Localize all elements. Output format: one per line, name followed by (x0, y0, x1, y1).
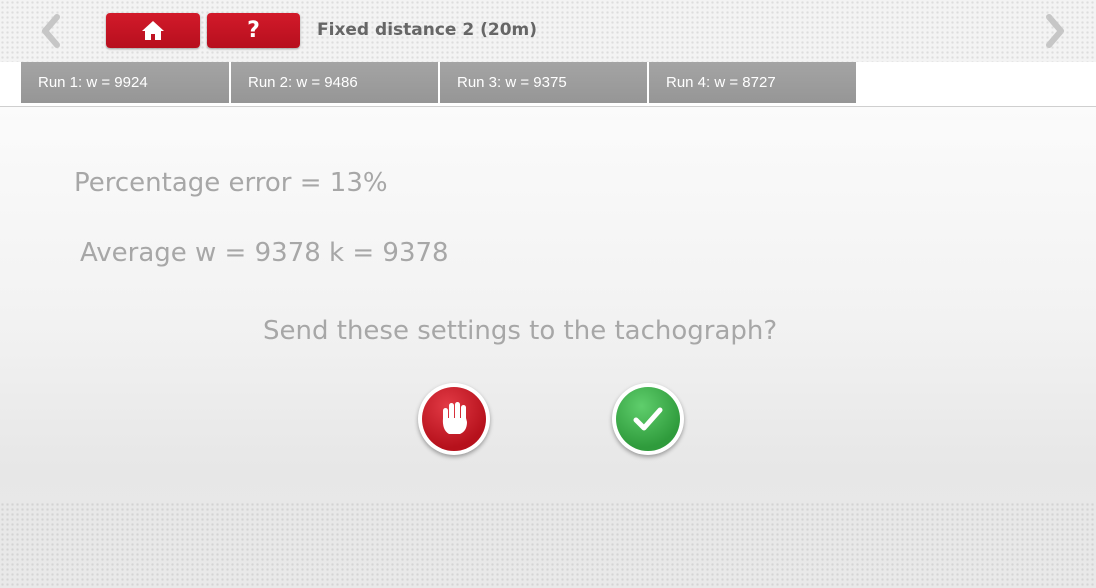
home-button[interactable] (106, 13, 200, 48)
tab-run-1[interactable]: Run 1: w = 9924 (21, 62, 229, 103)
reject-button-face (422, 387, 486, 451)
help-icon: ? (247, 17, 260, 43)
check-icon (633, 407, 663, 431)
accept-button[interactable] (612, 383, 684, 455)
reject-button[interactable] (418, 383, 490, 455)
back-arrow-button[interactable] (40, 14, 62, 48)
dotted-footer-texture (0, 502, 1096, 588)
page-title: Fixed distance 2 (20m) (317, 20, 538, 40)
home-icon (142, 20, 164, 40)
run-tabs: Run 1: w = 9924 Run 2: w = 9486 Run 3: w… (0, 62, 1096, 107)
help-button[interactable]: ? (207, 13, 300, 48)
tab-run-3[interactable]: Run 3: w = 9375 (440, 62, 647, 103)
average-values-text: Average w = 9378 k = 9378 (80, 238, 449, 268)
chevron-right-icon (1046, 14, 1064, 48)
chevron-left-icon (42, 14, 60, 48)
percentage-error-text: Percentage error = 13% (74, 168, 388, 198)
tab-run-2[interactable]: Run 2: w = 9486 (231, 62, 438, 103)
send-settings-question: Send these settings to the tachograph? (263, 316, 778, 346)
forward-arrow-button[interactable] (1044, 14, 1066, 48)
tab-run-4[interactable]: Run 4: w = 8727 (649, 62, 856, 103)
top-bar: ? Fixed distance 2 (20m) (0, 0, 1096, 62)
stop-hand-icon (442, 402, 467, 434)
accept-button-face (616, 387, 680, 451)
